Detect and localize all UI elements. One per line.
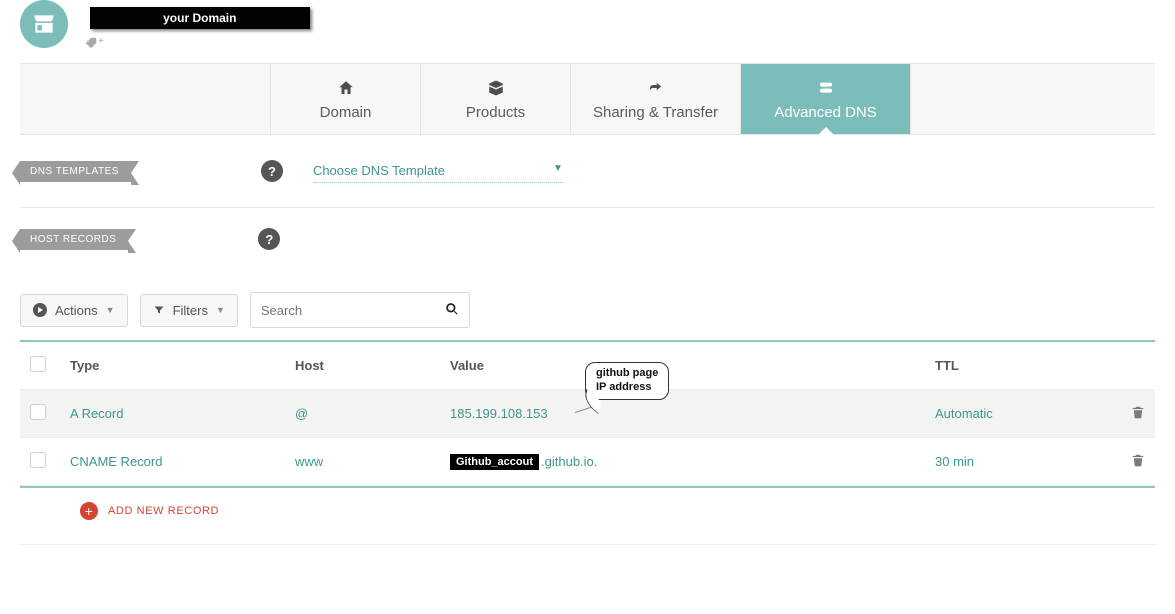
add-new-record-label: ADD NEW RECORD: [108, 505, 219, 517]
record-value[interactable]: 185.199.108.153: [450, 406, 935, 421]
chevron-down-icon: ▼: [106, 305, 115, 315]
record-ttl[interactable]: Automatic: [935, 406, 1105, 421]
value-prefix-chip: Github_accout: [450, 454, 539, 470]
record-type[interactable]: A Record: [70, 406, 295, 421]
servers-icon: [816, 78, 836, 98]
funnel-icon: [153, 304, 165, 316]
domain-lead-char: $: [80, 10, 88, 26]
tab-advanced-dns[interactable]: Advanced DNS: [740, 64, 910, 134]
tab-sharing-transfer[interactable]: Sharing & Transfer: [570, 64, 740, 134]
home-icon: [337, 78, 355, 98]
tab-label: Domain: [320, 104, 372, 121]
col-type: Type: [70, 358, 295, 373]
row-checkbox[interactable]: [30, 452, 46, 468]
row-checkbox[interactable]: [30, 404, 46, 420]
box-icon: [487, 78, 505, 98]
chevron-down-icon: ▼: [553, 163, 563, 178]
value-suffix: .github.io.: [541, 454, 597, 469]
actions-button[interactable]: Actions ▼: [20, 294, 128, 327]
delete-icon[interactable]: [1105, 452, 1145, 471]
play-icon: [33, 303, 47, 317]
select-all-checkbox[interactable]: [30, 356, 46, 372]
table-row: github page IP address A Record @ 185.19…: [20, 390, 1155, 438]
search-box[interactable]: [250, 292, 470, 328]
domain-name-chip: your Domain: [90, 7, 310, 29]
record-type[interactable]: CNAME Record: [70, 454, 295, 469]
host-records-table: Type Host Value TTL github page IP addre…: [20, 340, 1155, 486]
tab-products[interactable]: Products: [420, 64, 570, 134]
tab-domain[interactable]: Domain: [270, 64, 420, 134]
record-value[interactable]: Github_accout.github.io.: [450, 454, 935, 470]
col-ttl: TTL: [935, 358, 1105, 373]
filters-label: Filters: [173, 303, 208, 318]
delete-icon[interactable]: [1105, 404, 1145, 423]
search-icon[interactable]: [445, 302, 459, 319]
help-icon[interactable]: ?: [261, 160, 283, 182]
tab-label: Products: [466, 104, 525, 121]
filters-button[interactable]: Filters ▼: [140, 294, 238, 327]
actions-label: Actions: [55, 303, 98, 318]
store-icon: [20, 0, 68, 48]
share-icon: [646, 78, 666, 98]
dns-template-placeholder: Choose DNS Template: [313, 163, 445, 178]
tag-add-icon[interactable]: +: [84, 36, 310, 53]
annotation-bubble: github page IP address: [585, 362, 669, 400]
help-icon[interactable]: ?: [258, 228, 280, 250]
add-new-record-button[interactable]: + ADD NEW RECORD: [80, 502, 219, 520]
dns-templates-ribbon: DNS TEMPLATES: [20, 161, 131, 182]
plus-icon: +: [80, 502, 98, 520]
dns-template-select[interactable]: Choose DNS Template ▼: [313, 159, 563, 183]
col-value: Value: [450, 358, 935, 373]
tab-label: Sharing & Transfer: [593, 104, 718, 121]
tab-label: Advanced DNS: [774, 104, 877, 121]
host-records-ribbon: HOST RECORDS: [20, 229, 128, 250]
search-input[interactable]: [261, 303, 445, 318]
chevron-down-icon: ▼: [216, 305, 225, 315]
record-host[interactable]: @: [295, 406, 450, 421]
col-host: Host: [295, 358, 450, 373]
tab-bar: Domain Products Sharing & Transfer Advan…: [20, 63, 1155, 135]
table-row: CNAME Record www Github_accout.github.io…: [20, 438, 1155, 486]
record-ttl[interactable]: 30 min: [935, 454, 1105, 469]
record-host[interactable]: www: [295, 454, 450, 469]
